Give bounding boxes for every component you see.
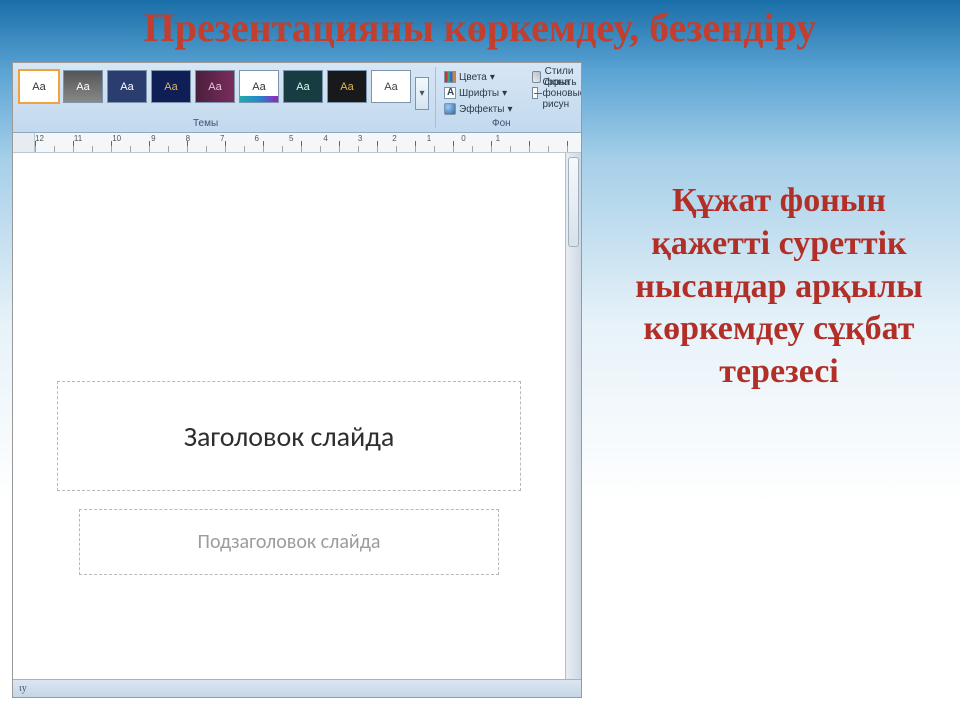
effects-icon — [444, 103, 456, 115]
subtitle-placeholder-text: Подзаголовок слайда — [198, 530, 381, 554]
ribbon: Aa Aa Aa Aa Aa Aa Aa Aa Aa ▾ Темы Цвета▾… — [13, 63, 581, 133]
theme-thumb[interactable]: Aa — [107, 70, 147, 103]
content-row: Aa Aa Aa Aa Aa Aa Aa Aa Aa ▾ Темы Цвета▾… — [12, 62, 948, 708]
theme-thumb[interactable]: Aa — [195, 70, 235, 103]
status-text: ιу — [19, 683, 27, 694]
powerpoint-screenshot: Aa Aa Aa Aa Aa Aa Aa Aa Aa ▾ Темы Цвета▾… — [12, 62, 582, 698]
ruler-num: 6 — [254, 134, 258, 143]
ruler-num: 11 — [74, 134, 82, 143]
slide-canvas-area: Заголовок слайда Подзаголовок слайда — [13, 153, 565, 679]
theme-aa: Aa — [208, 81, 221, 93]
bg-hide-label: Скрыть фоновые рисун — [542, 77, 582, 110]
ruler-num: 9 — [151, 134, 155, 143]
themes-more-button[interactable]: ▾ — [415, 77, 429, 110]
theme-aa: Aa — [340, 81, 353, 93]
themes-gallery[interactable]: Aa Aa Aa Aa Aa Aa Aa Aa Aa ▾ — [13, 63, 435, 132]
theme-thumb[interactable]: Aa — [19, 70, 59, 103]
theme-aa: Aa — [120, 81, 133, 93]
ruler-num: 10 — [112, 134, 121, 143]
chevron-down-icon: ▾ — [507, 104, 512, 115]
ruler-num: 5 — [289, 134, 293, 143]
page-title: Презентацияны көркемдеу, безендіру — [0, 0, 960, 51]
theme-aa: Aa — [164, 81, 177, 93]
horizontal-ruler: 12 11 10 9 8 7 6 5 4 3 2 1 0 1 — [13, 133, 581, 153]
title-placeholder-text: Заголовок слайда — [184, 419, 395, 454]
theme-aa: Aa — [384, 81, 397, 93]
ruler-num: 12 — [35, 134, 44, 143]
bg-styles-icon — [532, 71, 541, 83]
ruler-num: 0 — [461, 134, 465, 143]
theme-aa: Aa — [32, 81, 45, 93]
theme-thumb[interactable]: Aa — [151, 70, 191, 103]
fonts-icon — [444, 87, 456, 99]
description-text: Құжат фонын қажетті суреттік нысандар ар… — [616, 180, 942, 394]
slide[interactable]: Заголовок слайда Подзаголовок слайда — [27, 165, 551, 669]
checkbox-icon — [532, 87, 538, 99]
ruler-num: 2 — [392, 134, 396, 143]
theme-thumb[interactable]: Aa — [239, 70, 279, 103]
palette-icon — [444, 71, 456, 83]
ruler-num: 7 — [220, 134, 224, 143]
theme-thumb[interactable]: Aa — [371, 70, 411, 103]
bg-hide-checkbox[interactable]: Скрыть фоновые рисун — [532, 85, 582, 101]
theme-thumb[interactable]: Aa — [63, 70, 103, 103]
status-bar: ιу — [13, 679, 581, 697]
theme-aa: Aa — [252, 81, 265, 93]
ruler-num: 4 — [323, 134, 327, 143]
theme-thumb[interactable]: Aa — [283, 70, 323, 103]
themes-group-label: Темы — [193, 118, 218, 129]
theme-thumb[interactable]: Aa — [327, 70, 367, 103]
colors-label: Цвета — [459, 72, 487, 83]
ruler-num: 1 — [496, 134, 500, 143]
subtitle-placeholder[interactable]: Подзаголовок слайда — [79, 509, 499, 575]
ruler-num: 3 — [358, 134, 362, 143]
ruler-corner — [13, 133, 35, 153]
chevron-down-icon: ▾ — [490, 72, 495, 83]
bg-right-column: Стили фона▾ Скрыть фоновые рисун — [532, 69, 582, 101]
background-group: Цвета▾ Шрифты▾ Эффекты▾ Стили фона▾ Скры… — [436, 63, 581, 132]
vertical-scrollbar[interactable] — [565, 153, 581, 679]
bg-group-label: Фон — [492, 118, 511, 129]
description-panel: Құжат фонын қажетті суреттік нысандар ар… — [582, 62, 948, 708]
theme-aa: Aa — [76, 81, 89, 93]
title-placeholder[interactable]: Заголовок слайда — [57, 381, 521, 491]
ruler-num: 8 — [186, 134, 190, 143]
ruler-numbers: 12 11 10 9 8 7 6 5 4 3 2 1 0 1 — [35, 134, 500, 143]
ruler-num: 1 — [427, 134, 431, 143]
theme-aa: Aa — [296, 81, 309, 93]
fonts-label: Шрифты — [459, 88, 499, 99]
scrollbar-thumb[interactable] — [568, 157, 579, 247]
effects-label: Эффекты — [459, 104, 504, 115]
chevron-down-icon: ▾ — [502, 88, 507, 99]
